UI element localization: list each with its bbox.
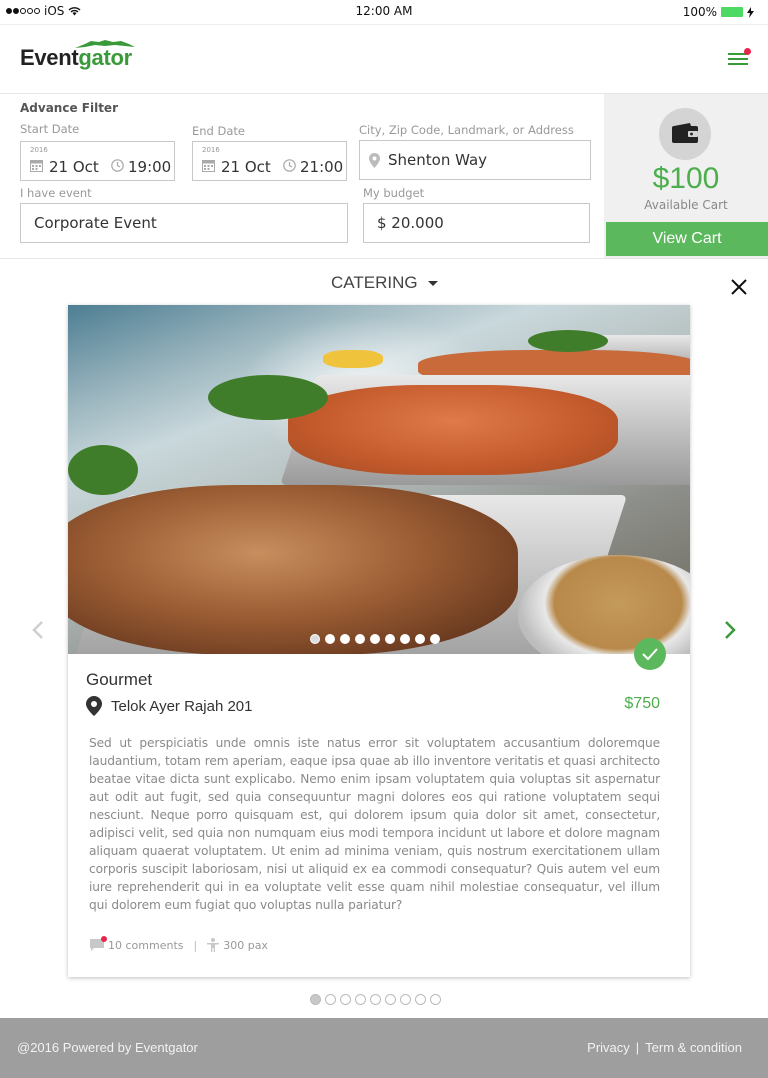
selected-check-button[interactable]: [634, 638, 666, 670]
clock-icon: [283, 159, 296, 172]
capacity: 300 pax: [223, 938, 268, 952]
start-date-label: Start Date: [20, 122, 80, 136]
cart-amount: $100: [652, 162, 720, 195]
section-divider: [0, 258, 768, 259]
notification-badge: [744, 48, 751, 55]
comment-badge: [101, 936, 107, 942]
photo-dot[interactable]: [325, 634, 335, 644]
status-bar: iOS 12:00 AM 100%: [0, 0, 768, 24]
photo-dot[interactable]: [340, 634, 350, 644]
budget-input[interactable]: $ 20.000: [363, 203, 590, 243]
meta-separator: |: [193, 938, 198, 952]
pager-dot[interactable]: [415, 994, 426, 1005]
end-date-field[interactable]: 2016 21 Oct 21:00: [192, 141, 347, 181]
footer-separator: |: [635, 1040, 640, 1055]
logo-text-event: Event: [20, 45, 79, 70]
calendar-icon: [30, 160, 43, 172]
category-dropdown[interactable]: CATERING: [331, 273, 438, 293]
photo-carousel-dots: [310, 634, 440, 644]
check-icon: [642, 648, 658, 661]
pager-dot[interactable]: [355, 994, 366, 1005]
battery-status: 100%: [683, 5, 754, 19]
location-value: Shenton Way: [388, 151, 488, 169]
photo-dot[interactable]: [415, 634, 425, 644]
card-pager-dots: [310, 994, 441, 1005]
person-icon: [207, 938, 220, 952]
vendor-description: Sed ut perspiciatis unde omnis iste natu…: [89, 736, 660, 912]
view-cart-button[interactable]: View Cart: [606, 222, 768, 256]
start-year: 2016: [30, 146, 48, 154]
end-date-value: 21 Oct: [221, 158, 271, 176]
vendor-price: $750: [624, 695, 660, 712]
end-year: 2016: [202, 146, 220, 154]
location-input[interactable]: Shenton Way: [359, 140, 591, 180]
budget-value: $ 20.000: [377, 214, 444, 232]
clock-icon: [111, 159, 124, 172]
event-type-value: Corporate Event: [34, 214, 157, 232]
eventgator-logo[interactable]: Eventgator: [20, 40, 135, 71]
chevron-left-icon[interactable]: [31, 620, 45, 640]
start-date-field[interactable]: 2016 21 Oct 19:00: [20, 141, 175, 181]
location-label: City, Zip Code, Landmark, or Address: [359, 123, 574, 137]
photo-dot[interactable]: [430, 634, 440, 644]
photo-dot[interactable]: [385, 634, 395, 644]
event-type-input[interactable]: Corporate Event: [20, 203, 348, 243]
caret-down-icon: [427, 280, 438, 286]
advance-filter: Advance Filter Start Date 2016 21 Oct 19…: [0, 94, 604, 258]
terms-link[interactable]: Term & condition: [645, 1040, 742, 1055]
vendor-location: Telok Ayer Rajah 201: [86, 696, 252, 716]
charging-icon: [747, 6, 754, 18]
chevron-right-icon[interactable]: [723, 620, 737, 640]
footer-links: Privacy | Term & condition: [587, 1040, 742, 1055]
pager-dot[interactable]: [325, 994, 336, 1005]
copyright-text: @2016 Powered by Eventgator: [17, 1040, 198, 1055]
map-pin-icon: [86, 696, 102, 716]
battery-percent: 100%: [682, 5, 717, 19]
pager-dot[interactable]: [310, 994, 321, 1005]
comment-count[interactable]: 10 comments: [108, 939, 184, 952]
alligator-logo-icon: [75, 40, 135, 48]
end-date-label: End Date: [192, 124, 245, 138]
start-date-value: 21 Oct: [49, 158, 99, 176]
vendor-name: Gourmet: [86, 670, 153, 689]
location-pin-icon: [369, 152, 380, 168]
end-time-value: 21:00: [300, 158, 344, 176]
pager-dot[interactable]: [340, 994, 351, 1005]
cart-panel: $100 Available Cart View Cart: [604, 94, 768, 258]
page-footer: @2016 Powered by Eventgator Privacy | Te…: [0, 1018, 768, 1078]
vendor-card[interactable]: Gourmet Telok Ayer Rajah 201 $750 Sed ut…: [68, 305, 690, 977]
hamburger-menu-button[interactable]: [728, 48, 751, 68]
comment-icon[interactable]: [90, 936, 107, 951]
pager-dot[interactable]: [400, 994, 411, 1005]
start-time-value: 19:00: [128, 158, 172, 176]
budget-label: My budget: [363, 186, 425, 200]
privacy-link[interactable]: Privacy: [587, 1040, 630, 1055]
pager-dot[interactable]: [385, 994, 396, 1005]
catering-photo[interactable]: [68, 305, 690, 654]
battery-icon: [721, 7, 743, 17]
app-header: Eventgator: [0, 24, 768, 94]
cart-label: Available Cart: [644, 198, 728, 212]
vendor-address: Telok Ayer Rajah 201: [111, 697, 253, 715]
vendor-meta: 10 comments | 300 pax: [90, 936, 268, 952]
photo-dot[interactable]: [400, 634, 410, 644]
pager-dot[interactable]: [430, 994, 441, 1005]
status-time: 12:00 AM: [355, 4, 413, 18]
pager-dot[interactable]: [370, 994, 381, 1005]
wallet-icon-circle: [659, 108, 711, 160]
filter-title: Advance Filter: [20, 101, 118, 115]
photo-dot[interactable]: [355, 634, 365, 644]
photo-dot[interactable]: [370, 634, 380, 644]
category-label: CATERING: [331, 273, 418, 292]
calendar-icon: [202, 160, 215, 172]
event-label: I have event: [20, 186, 92, 200]
wallet-icon: [672, 123, 698, 143]
close-icon[interactable]: [730, 278, 748, 296]
photo-dot[interactable]: [310, 634, 320, 644]
